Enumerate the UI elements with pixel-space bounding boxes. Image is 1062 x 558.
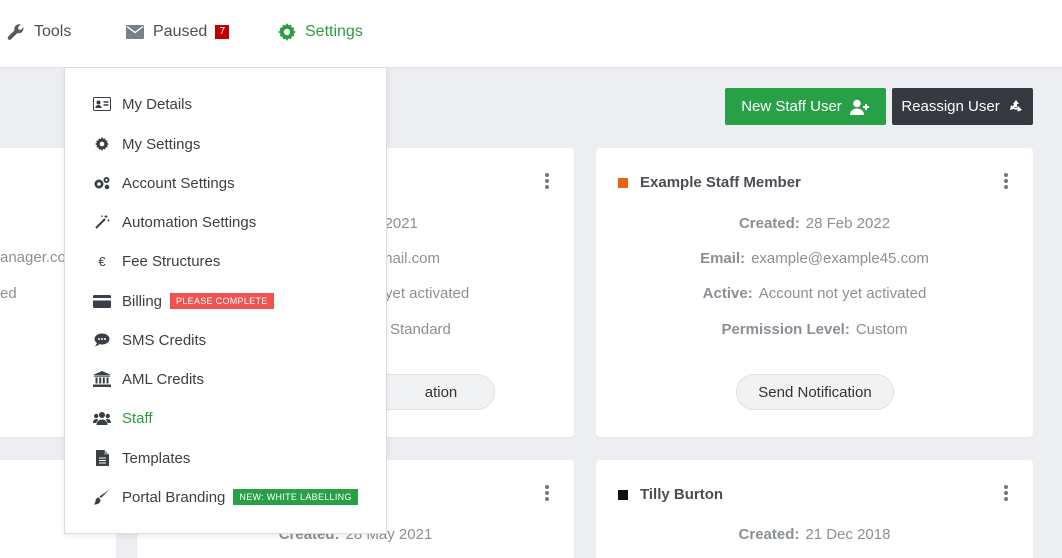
- gears-icon: [93, 175, 111, 191]
- card-menu-icon[interactable]: [1003, 485, 1009, 501]
- recycle-icon: [1009, 99, 1022, 112]
- nav-settings-label: Settings: [305, 23, 363, 40]
- email-row: Email: example@example45.com: [596, 250, 1033, 267]
- email-value: mail.com: [380, 250, 441, 267]
- card-menu-icon[interactable]: [544, 173, 550, 189]
- top-nav: Tools Paused 7 Settings: [0, 0, 1062, 68]
- menu-item-fee-structures[interactable]: € Fee Structures: [93, 250, 220, 272]
- menu-item-label: Portal Branding: [122, 488, 226, 506]
- gear-icon: [93, 136, 111, 152]
- menu-item-label: Billing: [122, 292, 163, 310]
- email-value: example@example45.com: [751, 250, 929, 267]
- created-row: Created: 21 Dec 2018: [596, 526, 1033, 543]
- menu-item-my-details[interactable]: My Details: [93, 93, 192, 115]
- menu-item-portal-branding[interactable]: Portal Branding NEW: WHITE LABELLING: [93, 486, 358, 508]
- new-white-labelling-tag: NEW: WHITE LABELLING: [233, 489, 358, 505]
- permission-label: Permission Level:: [721, 321, 850, 338]
- menu-item-aml-credits[interactable]: AML Credits: [93, 368, 204, 390]
- credit-card-icon: [93, 293, 111, 309]
- menu-item-label: Automation Settings: [122, 213, 257, 231]
- card-menu-icon[interactable]: [1003, 173, 1009, 189]
- created-row: Created: 28 Feb 2022: [596, 215, 1033, 232]
- menu-item-automation-settings[interactable]: Automation Settings: [93, 211, 256, 233]
- user-plus-icon: [849, 99, 869, 115]
- menu-item-account-settings[interactable]: Account Settings: [93, 172, 235, 194]
- menu-item-my-settings[interactable]: My Settings: [93, 133, 200, 155]
- nav-settings[interactable]: Settings: [278, 22, 363, 42]
- send-notification-label: ation: [424, 383, 458, 401]
- id-card-icon: [93, 96, 111, 112]
- active-value: ed: [0, 285, 17, 302]
- menu-item-label: My Details: [122, 95, 193, 113]
- menu-item-label: Staff: [122, 409, 153, 427]
- staff-name: Example Staff Member: [618, 174, 801, 191]
- email-value: anager.co: [0, 249, 66, 266]
- staff-card-tilly: Tilly Burton Created: 21 Dec 2018: [596, 460, 1033, 558]
- active-value: Account not yet activated: [758, 285, 927, 302]
- envelope-icon: [126, 25, 144, 39]
- gear-icon: [278, 23, 296, 41]
- menu-item-label: AML Credits: [122, 370, 204, 388]
- reassign-user-label: Reassign User: [901, 98, 1000, 115]
- bank-icon: [93, 371, 111, 387]
- active-row: Active: Account not yet activated: [596, 285, 1033, 302]
- reassign-user-button[interactable]: Reassign User: [892, 88, 1033, 125]
- color-swatch: [618, 489, 628, 500]
- staff-name-text: Example Staff Member: [640, 174, 801, 191]
- new-staff-user-button[interactable]: New Staff User: [725, 88, 886, 125]
- menu-item-billing[interactable]: Billing PLEASE COMPLETE: [93, 290, 274, 312]
- wrench-icon: [7, 24, 24, 40]
- menu-item-sms-credits[interactable]: SMS Credits: [93, 329, 206, 351]
- please-complete-tag: PLEASE COMPLETE: [170, 293, 274, 309]
- created-label: Created:: [738, 215, 800, 232]
- document-icon: [93, 450, 111, 466]
- menu-item-label: Fee Structures: [122, 252, 221, 270]
- email-label: Email:: [700, 250, 746, 267]
- nav-tools-label: Tools: [34, 23, 72, 40]
- color-swatch: [618, 177, 628, 188]
- menu-item-templates[interactable]: Templates: [93, 447, 190, 469]
- send-notification-button[interactable]: Send Notification: [736, 374, 894, 410]
- brush-icon: [93, 489, 111, 505]
- paused-count-badge: 7: [215, 25, 230, 39]
- users-icon: [93, 410, 111, 426]
- staff-card-example: Example Staff Member Created: 28 Feb 2022…: [596, 148, 1033, 437]
- magic-wand-icon: [93, 214, 111, 230]
- permission-value: Custom: [855, 321, 908, 338]
- menu-item-label: Templates: [122, 449, 191, 467]
- menu-item-label: My Settings: [122, 135, 201, 153]
- card-menu-icon[interactable]: [544, 485, 550, 501]
- nav-paused-label: Paused: [153, 23, 208, 40]
- new-staff-user-label: New Staff User: [741, 98, 842, 115]
- menu-item-label: Account Settings: [122, 174, 235, 192]
- permission-value: Standard: [390, 321, 451, 338]
- created-value: 21 Dec 2018: [805, 526, 891, 543]
- staff-name-text: Tilly Burton: [640, 486, 724, 503]
- active-value: yet activated: [385, 285, 470, 302]
- active-label: Active:: [702, 285, 753, 302]
- menu-item-label: SMS Credits: [122, 331, 207, 349]
- euro-icon: €: [98, 253, 106, 269]
- chat-icon: [93, 332, 111, 348]
- nav-tools[interactable]: Tools: [7, 22, 71, 42]
- nav-paused[interactable]: Paused 7: [126, 22, 230, 42]
- staff-name: Tilly Burton: [618, 486, 723, 503]
- permission-row: Permission Level: Custom: [596, 321, 1033, 338]
- menu-item-staff[interactable]: Staff: [93, 407, 153, 429]
- created-value: 28 Feb 2022: [805, 215, 891, 232]
- created-label: Created:: [738, 526, 800, 543]
- send-notification-label: Send Notification: [758, 383, 872, 401]
- settings-dropdown: My Details My Settings Account Settings …: [64, 67, 387, 534]
